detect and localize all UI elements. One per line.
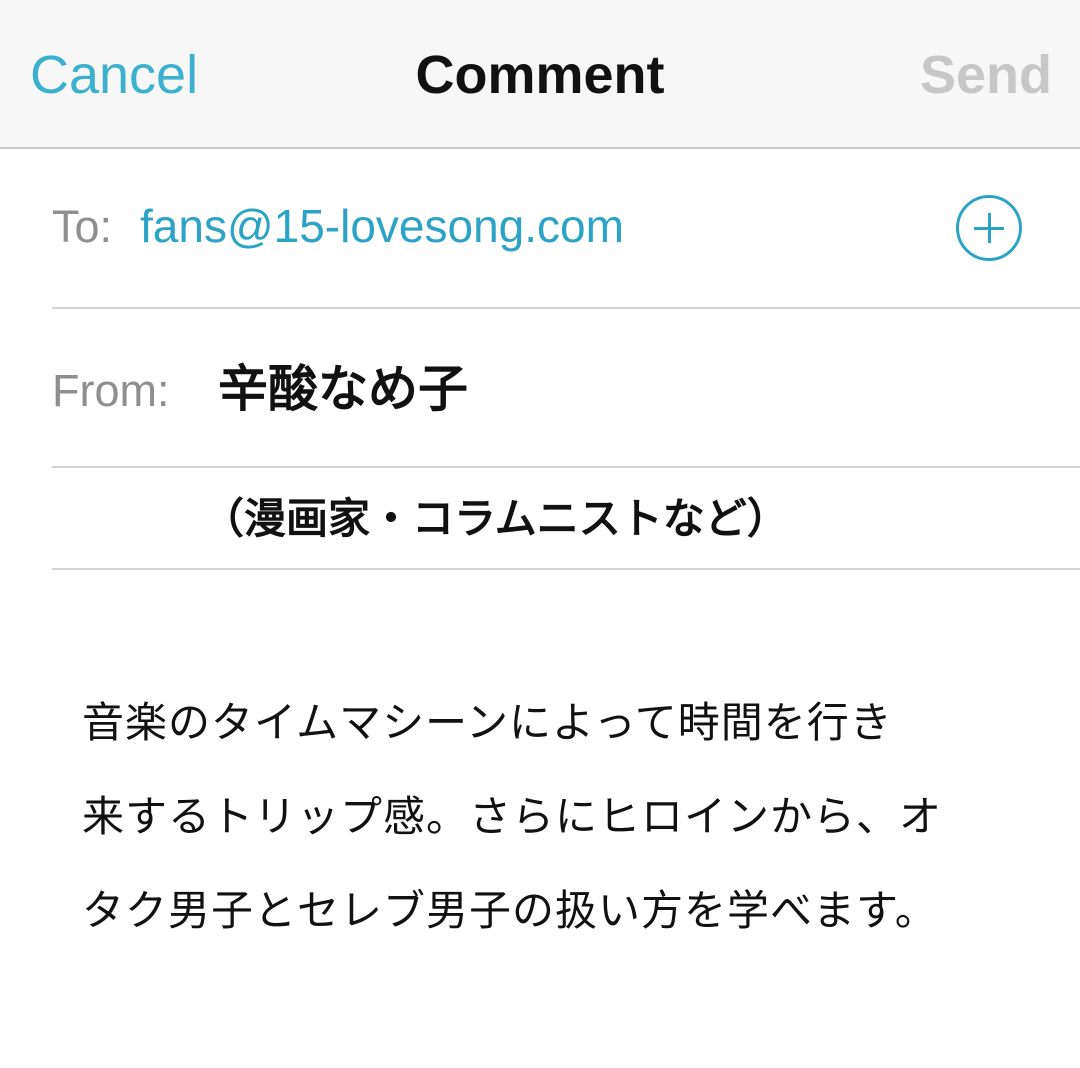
from-subtitle-row: （漫画家・コラムニストなど）	[52, 468, 1080, 570]
from-label: From:	[52, 365, 170, 416]
from-name: 辛酸なめ子	[218, 361, 468, 417]
to-field-row: To: fans@15-lovesong.com	[52, 149, 1080, 309]
from-field-row: From: 辛酸なめ子	[52, 309, 1080, 468]
page-title: Comment	[415, 45, 665, 105]
navigation-bar: Cancel Comment Send	[0, 0, 1080, 149]
to-label: To:	[52, 201, 113, 252]
comment-body-line: タク男子とセレブ男子の扱い方を学べます。	[82, 887, 938, 934]
to-recipient-field[interactable]: fans@15-lovesong.com	[140, 199, 624, 253]
comment-body[interactable]: 音楽のタイムマシーンによって時間を行き 来するトリップ感。さらにヒロインから、オ…	[82, 676, 1042, 958]
from-subtitle: （漫画家・コラムニストなど）	[202, 495, 789, 542]
comment-body-line: 来するトリップ感。さらにヒロインから、オ	[82, 793, 943, 840]
comment-body-line: 音楽のタイムマシーンによって時間を行き	[82, 699, 893, 746]
add-recipient-button[interactable]	[956, 195, 1022, 261]
send-button[interactable]: Send	[920, 44, 1052, 106]
